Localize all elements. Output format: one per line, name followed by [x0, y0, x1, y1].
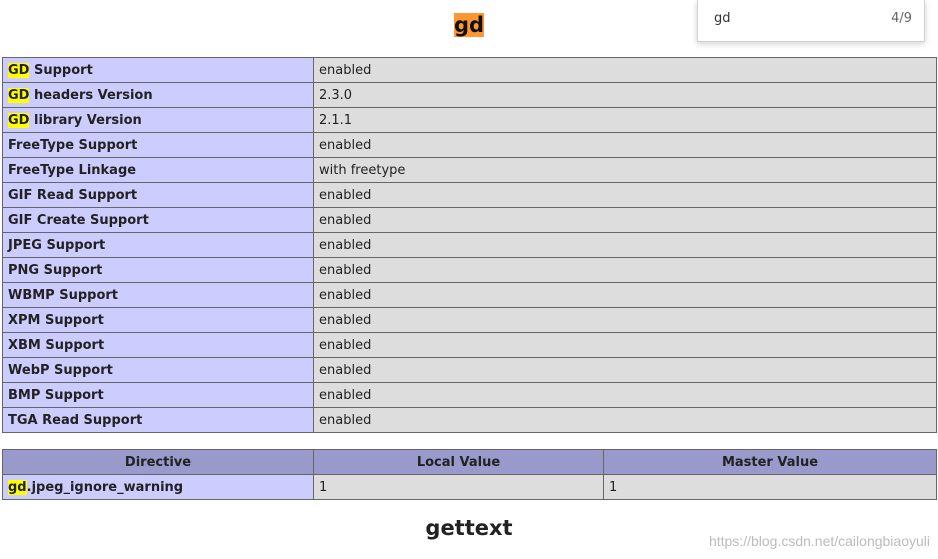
feature-label: WBMP Support	[2, 282, 314, 308]
table-row: gd.jpeg_ignore_warning 1 1	[2, 474, 937, 500]
feature-value: enabled	[313, 207, 937, 233]
column-header-directive: Directive	[2, 449, 314, 475]
gd-features-table: GD Support enabled GD headers Version 2.…	[2, 57, 937, 433]
feature-label: GD Support	[2, 57, 314, 83]
feature-value: enabled	[313, 282, 937, 308]
table-row: TGA Read Support enabled	[2, 407, 937, 433]
feature-value: enabled	[313, 132, 937, 158]
watermark: https://blog.csdn.net/cailongbiaoyuli	[708, 533, 930, 549]
search-match: GD	[8, 87, 30, 103]
feature-value: enabled	[313, 357, 937, 383]
feature-value: with freetype	[313, 157, 937, 183]
feature-value: enabled	[313, 57, 937, 83]
find-in-page-bar: 4/9	[697, 0, 925, 42]
directive-name: gd.jpeg_ignore_warning	[2, 474, 314, 500]
feature-label: GD library Version	[2, 107, 314, 133]
table-header-row: Directive Local Value Master Value	[2, 449, 937, 475]
column-header-local-value: Local Value	[313, 449, 604, 475]
feature-value: 2.1.1	[313, 107, 937, 133]
feature-label: BMP Support	[2, 382, 314, 408]
table-row: WebP Support enabled	[2, 357, 937, 383]
directive-local-value: 1	[313, 474, 604, 500]
table-row: GD headers Version 2.3.0	[2, 82, 937, 108]
feature-value: enabled	[313, 407, 937, 433]
feature-label: JPEG Support	[2, 232, 314, 258]
feature-label: GIF Create Support	[2, 207, 314, 233]
feature-label: XBM Support	[2, 332, 314, 358]
table-row: FreeType Linkage with freetype	[2, 157, 937, 183]
feature-value: enabled	[313, 382, 937, 408]
table-row: XBM Support enabled	[2, 332, 937, 358]
table-row: XPM Support enabled	[2, 307, 937, 333]
feature-value: enabled	[313, 332, 937, 358]
feature-label: WebP Support	[2, 357, 314, 383]
feature-label: PNG Support	[2, 257, 314, 283]
table-row: GD library Version 2.1.1	[2, 107, 937, 133]
feature-label: FreeType Support	[2, 132, 314, 158]
table-row: GIF Read Support enabled	[2, 182, 937, 208]
feature-value: enabled	[313, 182, 937, 208]
feature-value: enabled	[313, 257, 937, 283]
table-row: BMP Support enabled	[2, 382, 937, 408]
feature-value: enabled	[313, 307, 937, 333]
directive-master-value: 1	[603, 474, 937, 500]
feature-label: FreeType Linkage	[2, 157, 314, 183]
feature-value: 2.3.0	[313, 82, 937, 108]
phpinfo-page: gd GD Support enabled GD headers Version…	[0, 0, 938, 559]
feature-label: TGA Read Support	[2, 407, 314, 433]
table-row: JPEG Support enabled	[2, 232, 937, 258]
feature-label: XPM Support	[2, 307, 314, 333]
gd-directives-table: Directive Local Value Master Value gd.jp…	[2, 449, 937, 500]
table-row: FreeType Support enabled	[2, 132, 937, 158]
feature-value: enabled	[313, 232, 937, 258]
table-row: PNG Support enabled	[2, 257, 937, 283]
find-match-count: 4/9	[891, 11, 912, 26]
feature-label: GIF Read Support	[2, 182, 314, 208]
table-row: WBMP Support enabled	[2, 282, 937, 308]
column-header-master-value: Master Value	[603, 449, 937, 475]
search-match: GD	[8, 62, 30, 78]
table-row: GD Support enabled	[2, 57, 937, 83]
table-row: GIF Create Support enabled	[2, 207, 937, 233]
search-match: GD	[8, 112, 30, 128]
search-match: gd	[8, 479, 27, 495]
find-input[interactable]	[714, 11, 854, 26]
feature-label: GD headers Version	[2, 82, 314, 108]
current-search-match: gd	[453, 13, 485, 37]
